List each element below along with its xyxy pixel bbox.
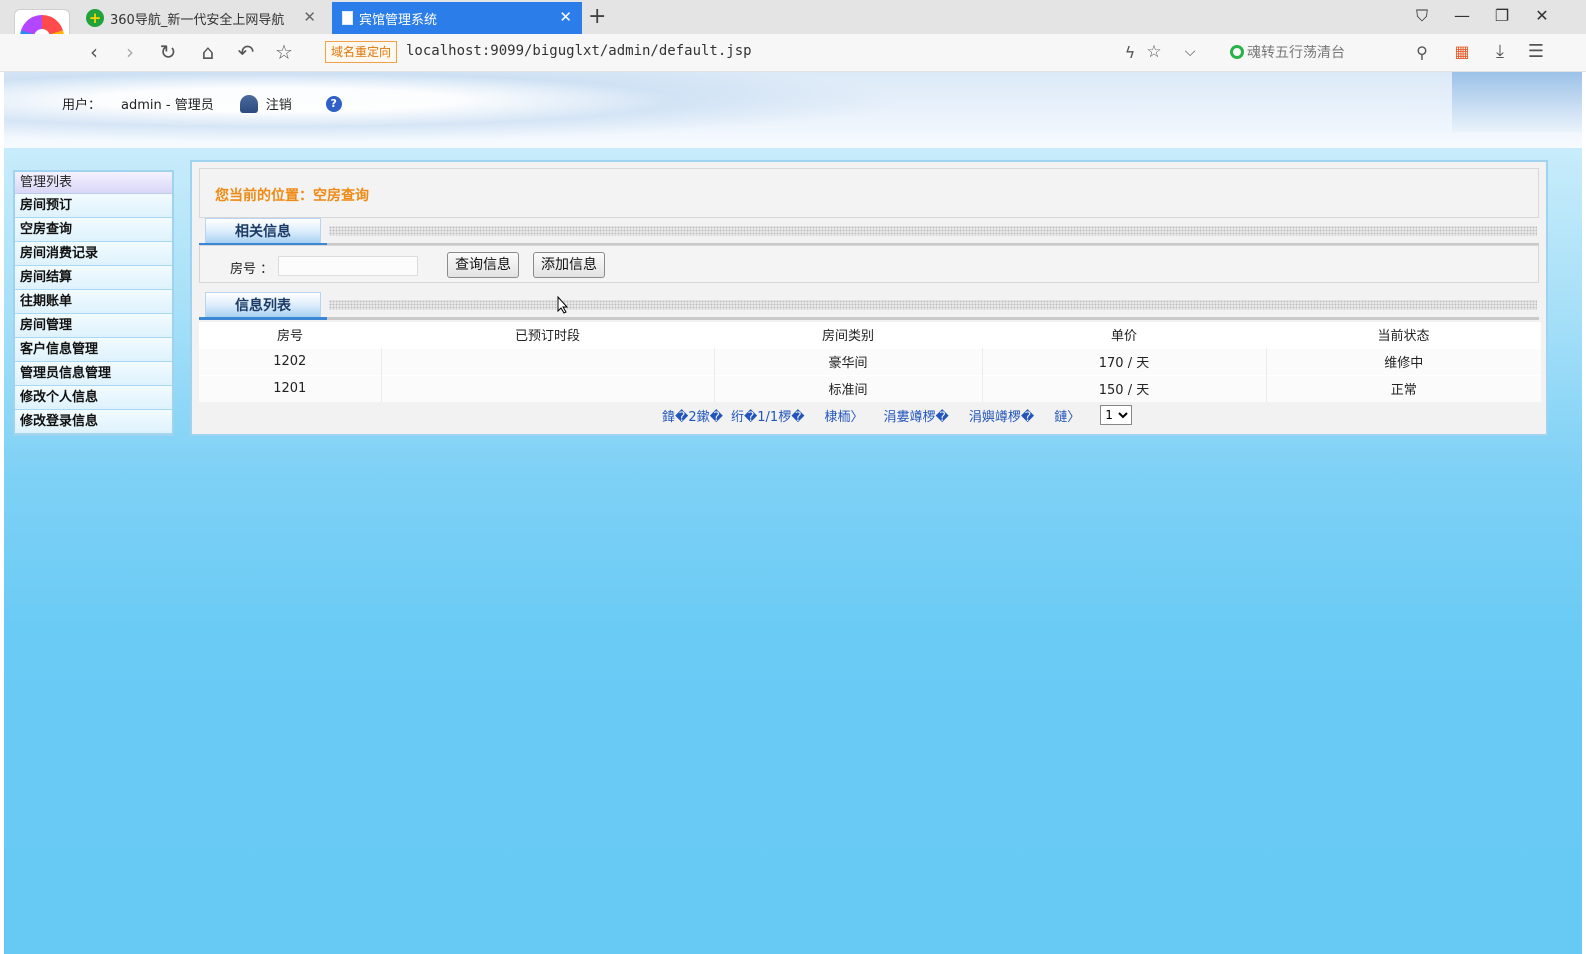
close-window-icon[interactable]: ✕	[1530, 6, 1554, 25]
section-title: 信息列表	[205, 292, 321, 317]
sidebar-item-room-consumption[interactable]: 房间消费记录	[15, 242, 172, 266]
page-select[interactable]: 1	[1100, 405, 1133, 425]
search-text: 魂转五行荡清台	[1247, 45, 1345, 61]
search-box[interactable]: 魂转五行荡清台	[1230, 42, 1345, 62]
main-panel: 您当前的位置：空房查询 相关信息 房号 ： 查询信息 添加信息 信息列表 房号 …	[190, 160, 1548, 436]
sidebar-title: 管理列表	[15, 172, 172, 194]
menu-icon[interactable]: ☰	[1524, 41, 1548, 62]
plus-logo-icon: +	[86, 9, 104, 27]
room-number-input[interactable]	[278, 256, 418, 276]
section-related-info: 相关信息	[199, 216, 1539, 246]
pager-page-info: 绗�1/1椤�	[730, 409, 805, 425]
pagination: 鍏�2鏉� 绗�1/1椤� 棣栭〉 涓婁竴椤� 涓嬩竴椤� 鏈〉 1	[662, 405, 1133, 425]
section-info-list: 信息列表	[199, 290, 1539, 320]
tab-title: 360导航_新一代安全上网导航	[110, 12, 285, 28]
cell-room-type: 标准间	[714, 374, 983, 402]
pager-total: 鍏�2鏉�	[662, 409, 723, 425]
column-header: 当前状态	[1266, 322, 1541, 348]
table-header-row: 房号 已预订时段 房间类别 单价 当前状态	[199, 322, 1541, 348]
lightning-icon[interactable]: ϟ	[1118, 43, 1142, 62]
tab-hotel-system[interactable]: 宾馆管理系统 ✕	[332, 2, 582, 34]
room-number-label: 房号 ：	[230, 262, 274, 277]
search-form: 房号 ： 查询信息 添加信息	[199, 245, 1539, 283]
browser-chrome: + 360导航_新一代安全上网导航 ✕ 宾馆管理系统 ✕ + ⛉ — ❐ ✕ ‹…	[0, 0, 1586, 72]
column-header: 已预订时段	[381, 322, 714, 348]
add-button[interactable]: 添加信息	[533, 252, 605, 278]
chevron-down-icon[interactable]: ⌵	[1178, 44, 1202, 60]
sidebar-item-admin-management[interactable]: 管理员信息管理	[15, 362, 172, 386]
tab-360-nav[interactable]: + 360导航_新一代安全上网导航 ✕	[76, 2, 326, 34]
new-tab-icon[interactable]: +	[588, 4, 606, 29]
cell-room-number: 1201	[199, 374, 382, 402]
sidebar-item-past-bills[interactable]: 往期账单	[15, 290, 172, 314]
address-toolbar: ‹ › ↻ ⌂ ↶ ☆ 域名重定向 localhost:9099/biguglx…	[0, 34, 1586, 72]
minimize-icon[interactable]: —	[1450, 6, 1474, 25]
column-header: 单价	[982, 322, 1266, 348]
help-icon[interactable]: ?	[325, 95, 342, 112]
sidebar-item-customer-management[interactable]: 客户信息管理	[15, 338, 172, 362]
sidebar: 管理列表 房间预订 空房查询 房间消费记录 房间结算 往期账单 房间管理 客户信…	[13, 170, 174, 436]
room-table: 房号 已预订时段 房间类别 单价 当前状态 1202 豪华间 170 / 天 维…	[199, 322, 1541, 402]
document-icon	[342, 11, 353, 25]
user-value: admin - 管理员	[121, 98, 214, 113]
restore-icon[interactable]: ❐	[1490, 6, 1514, 25]
address-field[interactable]: localhost:9099/biguglxt/admin/default.js…	[406, 43, 752, 59]
cell-booked-period	[381, 374, 715, 402]
cell-status: 正常	[1266, 374, 1541, 402]
close-tab-icon[interactable]: ✕	[559, 8, 572, 26]
back-icon[interactable]: ‹	[82, 40, 106, 64]
search-icon[interactable]: ⚲	[1410, 43, 1434, 62]
page-banner: 用户： admin - 管理员 注销 ?	[4, 72, 1582, 148]
pager-last-link[interactable]: 鏈〉	[1054, 406, 1080, 425]
sidebar-item-room-checkout[interactable]: 房间结算	[15, 266, 172, 290]
cell-status: 维修中	[1266, 347, 1541, 375]
apps-grid-icon[interactable]: ▦	[1450, 42, 1474, 61]
breadcrumb: 您当前的位置：空房查询	[215, 188, 369, 204]
column-header: 房号	[199, 322, 381, 348]
tab-bar: + 360导航_新一代安全上网导航 ✕ 宾馆管理系统 ✕ + ⛉ — ❐ ✕	[0, 0, 1586, 65]
pager-first-link[interactable]: 棣栭〉	[825, 406, 864, 425]
banner-clouds-right	[1452, 72, 1582, 132]
section-title: 相关信息	[205, 218, 321, 243]
undo-icon[interactable]: ↶	[234, 40, 258, 64]
tab-title: 宾馆管理系统	[359, 12, 438, 28]
sidebar-item-edit-login[interactable]: 修改登录信息	[15, 410, 172, 434]
sidebar-item-room-management[interactable]: 房间管理	[15, 314, 172, 338]
redirect-badge[interactable]: 域名重定向	[325, 41, 398, 63]
cell-room-number: 1202	[199, 347, 382, 375]
table-row: 1202 豪华间 170 / 天 维修中	[199, 347, 1541, 375]
star-icon[interactable]: ☆	[272, 40, 296, 64]
cell-price: 170 / 天	[982, 347, 1267, 375]
column-header: 房间类别	[714, 322, 982, 348]
bookmark-star-icon[interactable]: ☆	[1142, 42, 1166, 62]
close-tab-icon[interactable]: ✕	[303, 8, 316, 26]
mouse-cursor-icon	[557, 295, 569, 314]
shirt-skin-icon[interactable]: ⛉	[1410, 6, 1434, 26]
query-button[interactable]: 查询信息	[447, 252, 519, 278]
breadcrumb-box: 您当前的位置：空房查询	[199, 168, 1539, 218]
user-icon	[239, 94, 258, 113]
user-label: 用户：	[62, 98, 102, 113]
cell-price: 150 / 天	[982, 374, 1267, 402]
search-engine-icon	[1230, 45, 1244, 59]
reload-icon[interactable]: ↻	[156, 40, 180, 64]
cell-booked-period	[381, 347, 715, 375]
home-icon[interactable]: ⌂	[196, 40, 220, 64]
sidebar-item-vacant-room-query[interactable]: 空房查询	[15, 218, 172, 242]
pager-next-link[interactable]: 涓嬩竴椤�	[969, 406, 1034, 425]
user-bar: 用户： admin - 管理员 注销 ?	[62, 94, 342, 113]
sidebar-item-edit-profile[interactable]: 修改个人信息	[15, 386, 172, 410]
section-divider	[329, 300, 1537, 310]
logout-link[interactable]: 注销	[266, 94, 292, 113]
pager-prev-link[interactable]: 涓婁竴椤�	[884, 406, 949, 425]
sidebar-item-room-booking[interactable]: 房间预订	[15, 194, 172, 218]
section-divider	[329, 226, 1537, 236]
forward-icon[interactable]: ›	[118, 40, 142, 64]
download-icon[interactable]: ⤓	[1488, 41, 1512, 62]
cell-room-type: 豪华间	[714, 347, 983, 375]
table-row: 1201 标准间 150 / 天 正常	[199, 374, 1541, 402]
